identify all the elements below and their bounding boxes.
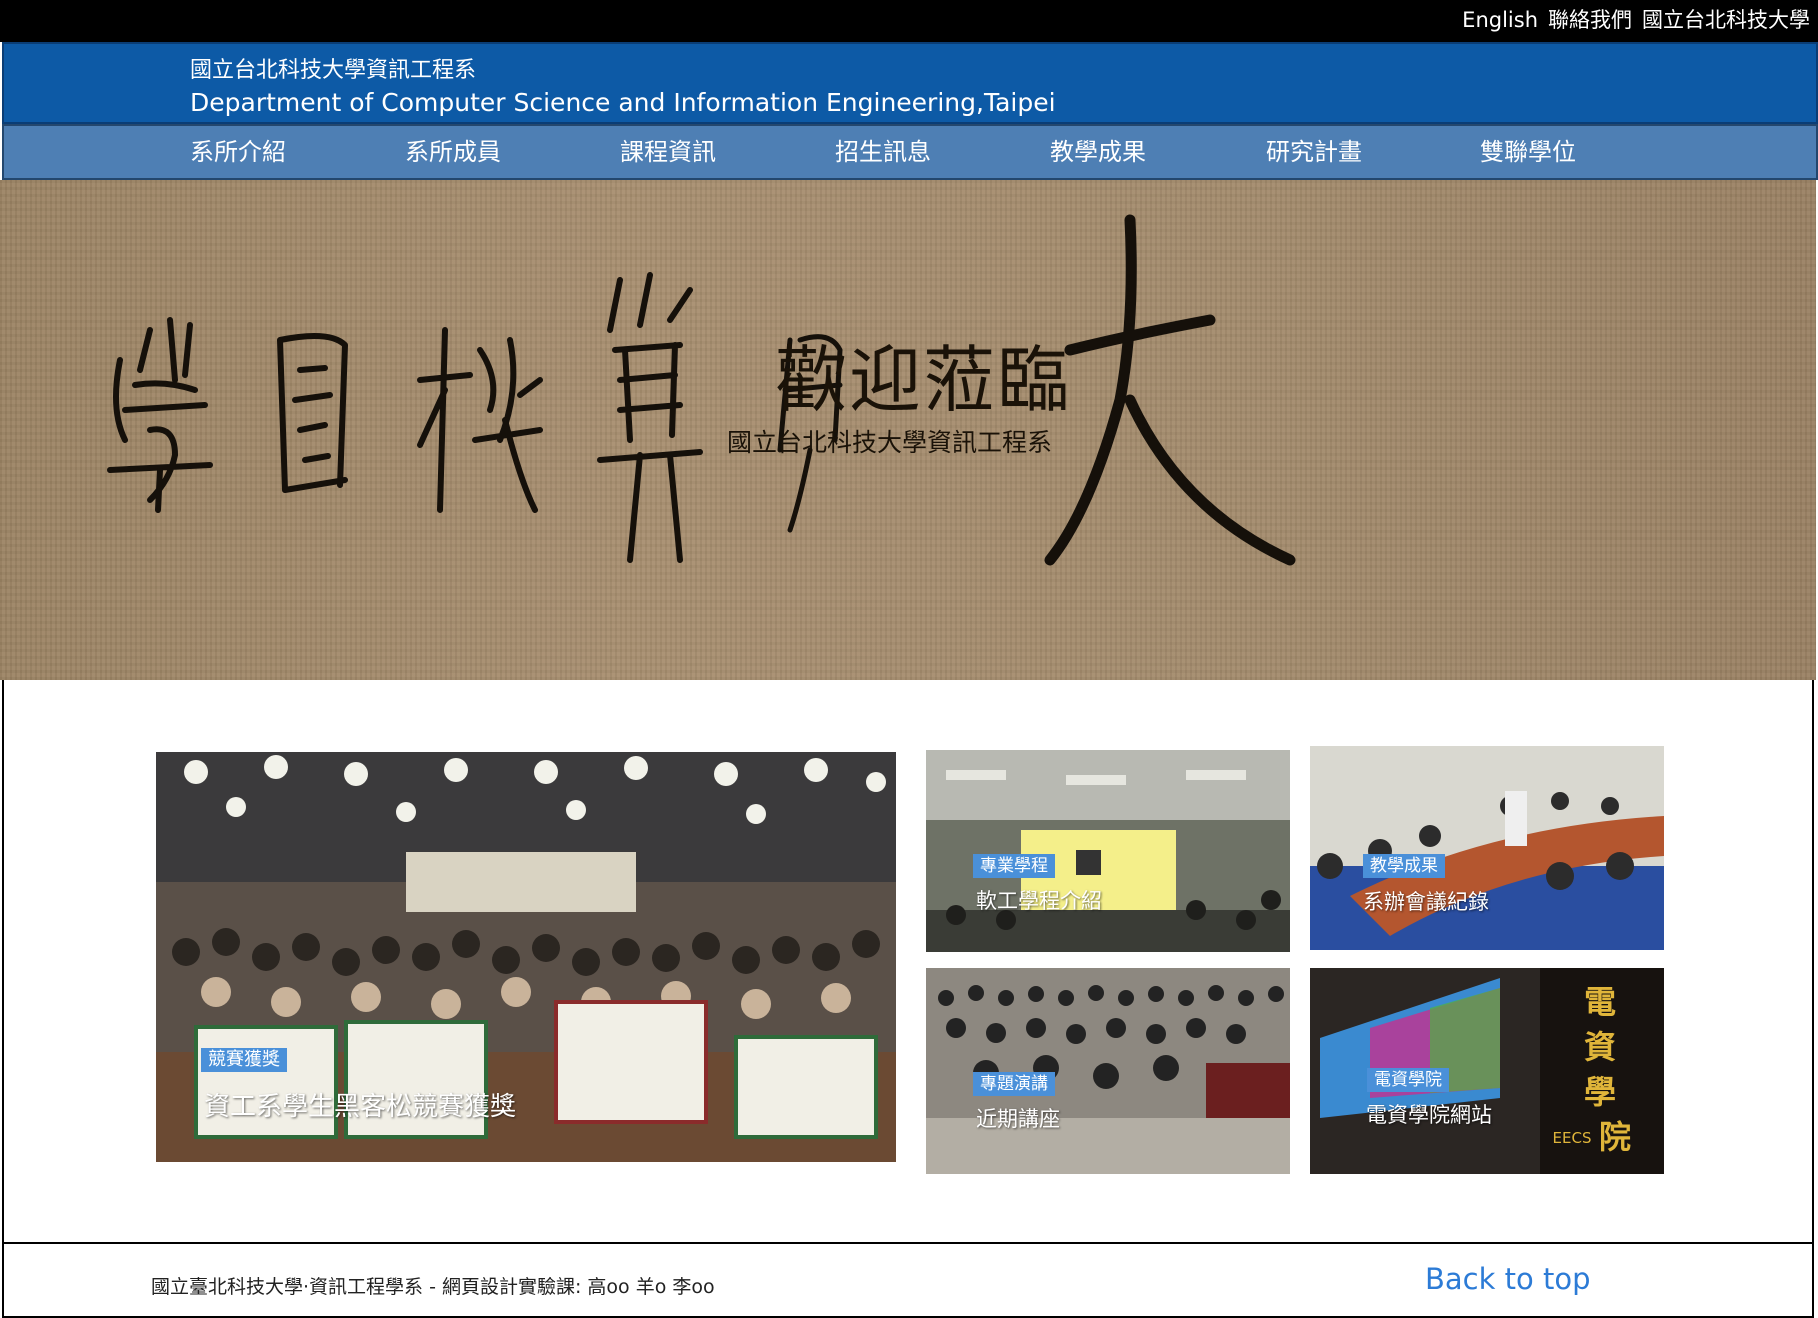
svg-text:院: 院	[1599, 1118, 1631, 1156]
utility-links: English 聯絡我們 國立台北科技大學	[1462, 8, 1810, 32]
nav-item-research[interactable]: 研究計畫	[1266, 138, 1362, 166]
tile-eecs-college[interactable]: 電 資 學 院 EECS 電資學院 電資學院網站	[1310, 968, 1664, 1174]
college-sign-photo: 電 資 學 院 EECS	[1310, 968, 1664, 1174]
nav-item-members[interactable]: 系所成員	[405, 138, 501, 166]
hero-banner: 歡迎蒞臨 國立台北科技大學資訊工程系	[0, 180, 1816, 680]
nav-item-courses[interactable]: 課程資訊	[620, 138, 716, 166]
footer-credit: 國立臺北科技大學‧資訊工程學系 - 網頁設計實驗課: 高oo 羊o 李oo	[151, 1276, 715, 1298]
tile-competition[interactable]: 競賽獲獎 資工系學生黑客松競賽獲獎	[156, 752, 896, 1162]
tile-badge: 專業學程	[973, 854, 1055, 878]
nav-item-about[interactable]: 系所介紹	[190, 138, 286, 166]
site-title-en[interactable]: Department of Computer Science and Infor…	[190, 88, 1056, 118]
page: English 聯絡我們 國立台北科技大學 國立台北科技大學資訊工程系 Depa…	[0, 0, 1818, 1318]
tile-caption: 系辦會議紀錄	[1363, 890, 1489, 914]
svg-text:資: 資	[1584, 1028, 1616, 1066]
svg-text:學: 學	[1584, 1073, 1616, 1111]
university-link[interactable]: 國立台北科技大學	[1642, 8, 1810, 32]
featured-content: 競賽獲獎 資工系學生黑客松競賽獲獎 專業學程 軟工學程介紹 教學成果 系辦會議紀…	[2, 680, 1814, 1242]
tile-lectures[interactable]: 專題演講 近期講座	[926, 968, 1290, 1174]
svg-text:EECS: EECS	[1553, 1129, 1592, 1147]
site-title-zh[interactable]: 國立台北科技大學資訊工程系	[190, 58, 476, 84]
tile-software-program[interactable]: 專業學程 軟工學程介紹	[926, 750, 1290, 952]
tile-badge: 教學成果	[1363, 854, 1445, 878]
nav-item-admission[interactable]: 招生訊息	[835, 138, 931, 166]
nav-item-dual-degree[interactable]: 雙聯學位	[1480, 138, 1576, 166]
site-footer: 國立臺北科技大學‧資訊工程學系 - 網頁設計實驗課: 高oo 羊o 李oo Ba…	[2, 1242, 1814, 1318]
top-utility-bar: English 聯絡我們 國立台北科技大學	[0, 0, 1818, 42]
welcome-heading: 歡迎蒞臨	[775, 338, 1072, 422]
welcome-subtitle: 國立台北科技大學資訊工程系	[727, 428, 1053, 457]
tile-caption: 軟工學程介紹	[976, 889, 1102, 913]
tile-meeting-records[interactable]: 教學成果 系辦會議紀錄	[1310, 746, 1664, 950]
tile-caption: 近期講座	[976, 1107, 1060, 1131]
english-link[interactable]: English	[1462, 8, 1538, 32]
tile-caption: 電資學院網站	[1366, 1103, 1492, 1127]
main-nav: 系所介紹 系所成員 課程資訊 招生訊息 教學成果 研究計畫 雙聯學位	[2, 124, 1818, 180]
tile-badge: 競賽獲獎	[201, 1048, 287, 1072]
auditorium-photo	[926, 968, 1290, 1174]
contact-link[interactable]: 聯絡我們	[1548, 8, 1632, 32]
svg-text:電: 電	[1584, 983, 1616, 1021]
meeting-photo	[1310, 746, 1664, 950]
back-to-top-link[interactable]: Back to top	[1425, 1262, 1590, 1296]
lecture-room-photo	[926, 750, 1290, 952]
tile-caption: 資工系學生黑客松競賽獲獎	[204, 1092, 517, 1122]
site-header: 國立台北科技大學資訊工程系 Department of Computer Sci…	[2, 42, 1818, 124]
tile-badge: 電資學院	[1367, 1068, 1449, 1092]
tile-badge: 專題演講	[973, 1072, 1055, 1096]
nav-item-teaching[interactable]: 教學成果	[1050, 138, 1146, 166]
